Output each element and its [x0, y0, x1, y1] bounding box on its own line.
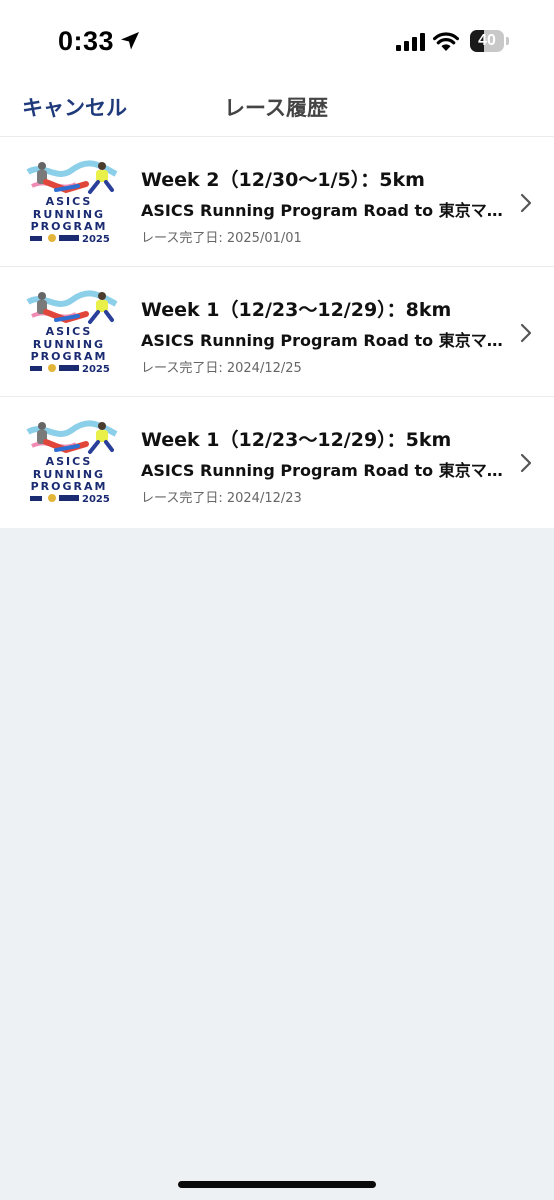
- cellular-signal-icon: [396, 33, 425, 51]
- thumbnail-line: PROGRAM: [30, 480, 108, 493]
- thumbnail-year: 2025: [82, 234, 110, 245]
- thumbnail-year: 2025: [82, 364, 110, 375]
- race-title: Week 2（12/30〜1/5）：5km: [141, 169, 425, 191]
- battery-icon: 40: [470, 30, 510, 52]
- thumbnail-text: ASICS RUNNING PROGRAM: [26, 325, 112, 364]
- race-completion-date: レース完了日: 2025/01/01: [141, 231, 302, 246]
- race-history-item[interactable]: ASICS RUNNING PROGRAM 2025 Week 1（12/23〜…: [0, 397, 554, 528]
- race-history-item[interactable]: ASICS RUNNING PROGRAM 2025 Week 1（12/23〜…: [0, 267, 554, 397]
- thumbnail-line: ASICS: [45, 455, 93, 468]
- program-thumbnail: ASICS RUNNING PROGRAM 2025: [26, 416, 120, 510]
- race-completion-date: レース完了日: 2024/12/25: [141, 361, 302, 376]
- navigation-bar: キャンセル レース履歴: [0, 78, 554, 137]
- program-thumbnail: ASICS RUNNING PROGRAM 2025: [26, 156, 120, 250]
- thumbnail-text: ASICS RUNNING PROGRAM: [26, 195, 112, 234]
- race-history-list: ASICS RUNNING PROGRAM 2025 Week 2（12/30〜…: [0, 137, 554, 528]
- wifi-icon: [433, 32, 459, 51]
- thumbnail-line: ASICS: [45, 325, 93, 338]
- cancel-button[interactable]: キャンセル: [22, 92, 127, 122]
- battery-body: 40: [470, 30, 504, 52]
- race-program-name: ASICS Running Program Road to 東京マラソン: [141, 331, 511, 350]
- thumbnail-year: 2025: [82, 494, 110, 505]
- thumbnail-line: PROGRAM: [30, 220, 108, 233]
- status-time: 0:33: [58, 26, 115, 56]
- thumbnail-line: PROGRAM: [30, 350, 108, 363]
- race-title: Week 1（12/23〜12/29）：8km: [141, 299, 452, 321]
- chevron-right-icon: [520, 453, 532, 473]
- status-bar: 0:33 40: [0, 0, 554, 78]
- battery-percent: 40: [478, 32, 496, 49]
- home-indicator[interactable]: [178, 1181, 376, 1188]
- chevron-right-icon: [520, 323, 532, 343]
- race-history-item[interactable]: ASICS RUNNING PROGRAM 2025 Week 2（12/30〜…: [0, 137, 554, 267]
- thumbnail-text: ASICS RUNNING PROGRAM: [26, 455, 112, 494]
- race-program-name: ASICS Running Program Road to 東京マラソン: [141, 201, 511, 220]
- thumbnail-line: ASICS: [45, 195, 93, 208]
- page-title: レース履歴: [224, 96, 328, 120]
- location-arrow-icon: [121, 32, 139, 50]
- chevron-right-icon: [520, 193, 532, 213]
- program-thumbnail: ASICS RUNNING PROGRAM 2025: [26, 286, 120, 380]
- race-program-name: ASICS Running Program Road to 東京マラソン: [141, 461, 511, 480]
- race-completion-date: レース完了日: 2024/12/23: [141, 491, 302, 506]
- race-title: Week 1（12/23〜12/29）：5km: [141, 429, 452, 451]
- battery-cap: [506, 37, 509, 45]
